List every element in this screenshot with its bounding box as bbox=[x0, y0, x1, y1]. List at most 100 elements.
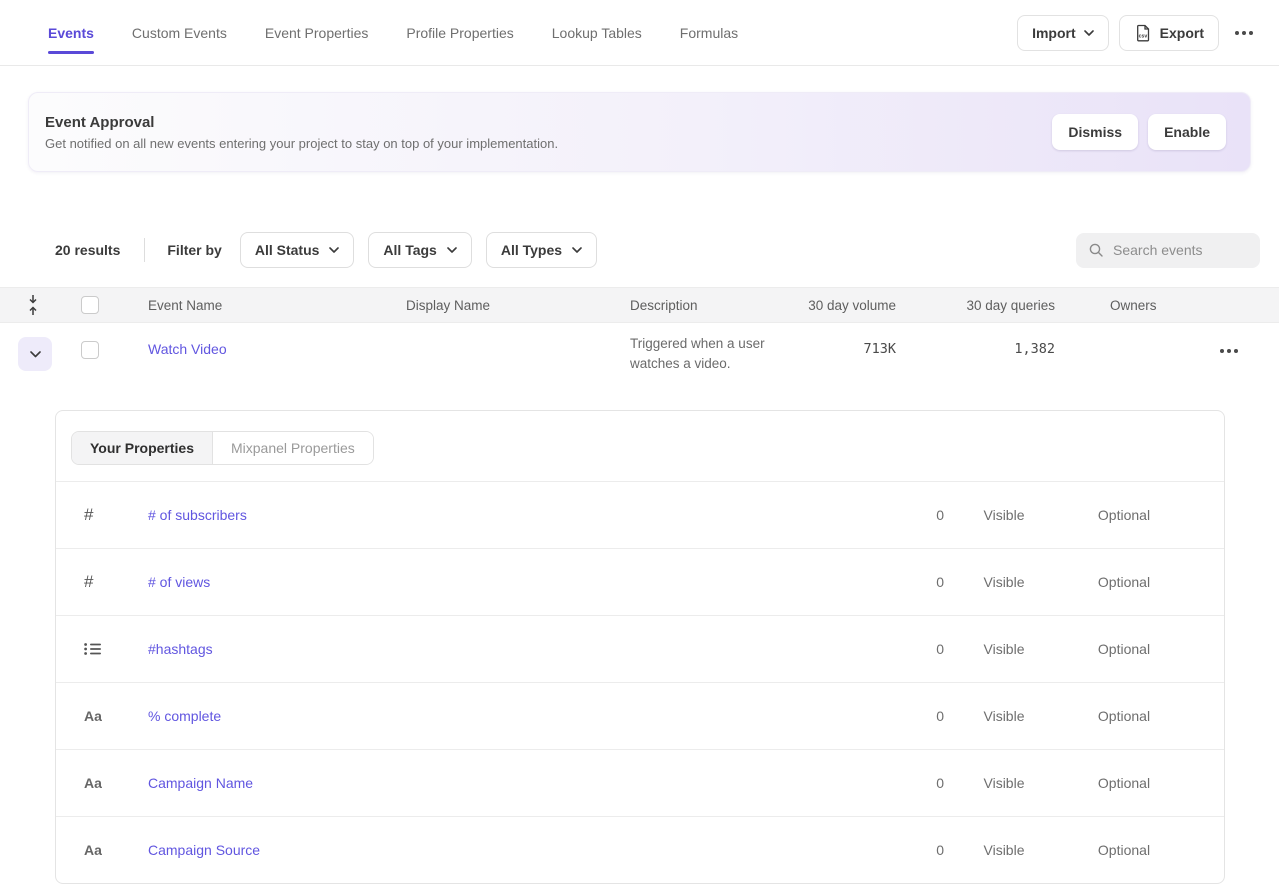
event-owners bbox=[1060, 323, 1200, 341]
property-visibility: Visible bbox=[944, 507, 1064, 523]
property-row: # # of subscribers 0 Visible Optional bbox=[56, 481, 1224, 548]
property-queries: 0 bbox=[864, 842, 944, 858]
property-requirement: Optional bbox=[1064, 507, 1184, 523]
status-filter-label: All Status bbox=[255, 242, 320, 258]
banner-text: Event Approval Get notified on all new e… bbox=[45, 114, 1052, 151]
tab-formulas[interactable]: Formulas bbox=[680, 21, 738, 45]
column-header-display-name[interactable]: Display Name bbox=[388, 298, 612, 313]
event-30-day-volume: 713K bbox=[790, 323, 920, 357]
tab-custom-events[interactable]: Custom Events bbox=[132, 21, 227, 45]
property-visibility: Visible bbox=[944, 708, 1064, 724]
property-queries: 0 bbox=[864, 775, 944, 791]
property-queries: 0 bbox=[864, 708, 944, 724]
tags-filter-label: All Tags bbox=[383, 242, 436, 258]
divider bbox=[144, 238, 145, 262]
tab-profile-properties[interactable]: Profile Properties bbox=[406, 21, 513, 45]
property-visibility: Visible bbox=[944, 574, 1064, 590]
property-row: Aa Campaign Name 0 Visible Optional bbox=[56, 749, 1224, 816]
text-type-icon: Aa bbox=[84, 842, 102, 858]
event-approval-banner: Event Approval Get notified on all new e… bbox=[28, 92, 1251, 172]
table-header: Event Name Display Name Description 30 d… bbox=[0, 287, 1279, 323]
property-row: #hashtags 0 Visible Optional bbox=[56, 615, 1224, 682]
nav-tabs: Events Custom Events Event Properties Pr… bbox=[48, 21, 1017, 45]
property-name-link[interactable]: Campaign Name bbox=[148, 775, 864, 791]
banner-subtitle: Get notified on all new events entering … bbox=[45, 136, 1052, 151]
column-header-description[interactable]: Description bbox=[612, 298, 790, 313]
property-requirement: Optional bbox=[1064, 775, 1184, 791]
csv-file-icon: csv bbox=[1134, 24, 1152, 42]
column-header-30-day-queries[interactable]: 30 day queries bbox=[920, 298, 1060, 313]
import-button[interactable]: Import bbox=[1017, 15, 1109, 51]
import-button-label: Import bbox=[1032, 25, 1076, 41]
dismiss-button[interactable]: Dismiss bbox=[1052, 114, 1138, 150]
tab-event-properties[interactable]: Event Properties bbox=[265, 21, 369, 45]
top-nav: Events Custom Events Event Properties Pr… bbox=[0, 0, 1279, 66]
properties-tabs: Your Properties Mixpanel Properties bbox=[56, 411, 1224, 481]
types-filter-label: All Types bbox=[501, 242, 562, 258]
enable-button[interactable]: Enable bbox=[1148, 114, 1226, 150]
property-requirement: Optional bbox=[1064, 641, 1184, 657]
tab-mixpanel-properties[interactable]: Mixpanel Properties bbox=[213, 432, 373, 464]
property-name-link[interactable]: # of views bbox=[148, 574, 864, 590]
results-count: 20 results bbox=[55, 242, 120, 258]
property-visibility: Visible bbox=[944, 641, 1064, 657]
search-input[interactable] bbox=[1113, 242, 1243, 258]
chevron-down-icon bbox=[1084, 30, 1094, 36]
banner-actions: Dismiss Enable bbox=[1052, 114, 1226, 150]
chevron-down-icon bbox=[30, 351, 41, 358]
row-checkbox[interactable] bbox=[81, 341, 99, 359]
property-queries: 0 bbox=[864, 574, 944, 590]
select-all-checkbox[interactable] bbox=[81, 296, 99, 314]
number-type-icon: # bbox=[84, 505, 93, 525]
number-type-icon: # bbox=[84, 572, 93, 592]
types-filter-dropdown[interactable]: All Types bbox=[486, 232, 597, 268]
tab-events[interactable]: Events bbox=[48, 21, 94, 45]
property-name-link[interactable]: Campaign Source bbox=[148, 842, 864, 858]
property-visibility: Visible bbox=[944, 775, 1064, 791]
column-header-event-name[interactable]: Event Name bbox=[130, 298, 388, 313]
property-requirement: Optional bbox=[1064, 842, 1184, 858]
event-display-name bbox=[388, 323, 612, 341]
tab-lookup-tables[interactable]: Lookup Tables bbox=[552, 21, 642, 45]
column-header-owners[interactable]: Owners bbox=[1060, 298, 1200, 313]
property-requirement: Optional bbox=[1064, 708, 1184, 724]
tab-your-properties[interactable]: Your Properties bbox=[72, 432, 213, 464]
property-queries: 0 bbox=[864, 507, 944, 523]
chevron-down-icon bbox=[572, 247, 582, 253]
property-name-link[interactable]: % complete bbox=[148, 708, 864, 724]
svg-text:csv: csv bbox=[1138, 33, 1147, 39]
collapse-all-icon[interactable] bbox=[26, 294, 40, 316]
collapse-row-button[interactable] bbox=[18, 337, 52, 371]
property-visibility: Visible bbox=[944, 842, 1064, 858]
event-30-day-queries: 1,382 bbox=[920, 323, 1060, 357]
event-description: Triggered when a user watches a video. bbox=[612, 323, 790, 374]
property-name-link[interactable]: # of subscribers bbox=[148, 507, 864, 523]
column-header-30-day-volume[interactable]: 30 day volume bbox=[790, 298, 920, 313]
tags-filter-dropdown[interactable]: All Tags bbox=[368, 232, 471, 268]
text-type-icon: Aa bbox=[84, 775, 102, 791]
filter-bar: 20 results Filter by All Status All Tags… bbox=[55, 232, 1260, 268]
export-button[interactable]: csv Export bbox=[1119, 15, 1219, 51]
search-box bbox=[1076, 233, 1260, 268]
table-row: Watch Video Triggered when a user watche… bbox=[0, 323, 1279, 397]
nav-actions: Import csv Export bbox=[1017, 15, 1259, 51]
property-name-link[interactable]: #hashtags bbox=[148, 641, 864, 657]
property-row: Aa % complete 0 Visible Optional bbox=[56, 682, 1224, 749]
event-name-link[interactable]: Watch Video bbox=[130, 323, 388, 357]
property-requirement: Optional bbox=[1064, 574, 1184, 590]
text-type-icon: Aa bbox=[84, 708, 102, 724]
export-button-label: Export bbox=[1160, 25, 1204, 41]
search-icon bbox=[1088, 242, 1104, 258]
row-more-options-icon[interactable] bbox=[1214, 341, 1244, 361]
filter-by-label: Filter by bbox=[167, 242, 221, 258]
status-filter-dropdown[interactable]: All Status bbox=[240, 232, 355, 268]
property-queries: 0 bbox=[864, 641, 944, 657]
more-options-icon[interactable] bbox=[1229, 23, 1259, 43]
list-type-icon bbox=[84, 642, 101, 656]
chevron-down-icon bbox=[329, 247, 339, 253]
chevron-down-icon bbox=[447, 247, 457, 253]
properties-panel: Your Properties Mixpanel Properties # # … bbox=[55, 410, 1225, 884]
property-row: # # of views 0 Visible Optional bbox=[56, 548, 1224, 615]
banner-title: Event Approval bbox=[45, 114, 1052, 131]
property-row: Aa Campaign Source 0 Visible Optional bbox=[56, 816, 1224, 883]
